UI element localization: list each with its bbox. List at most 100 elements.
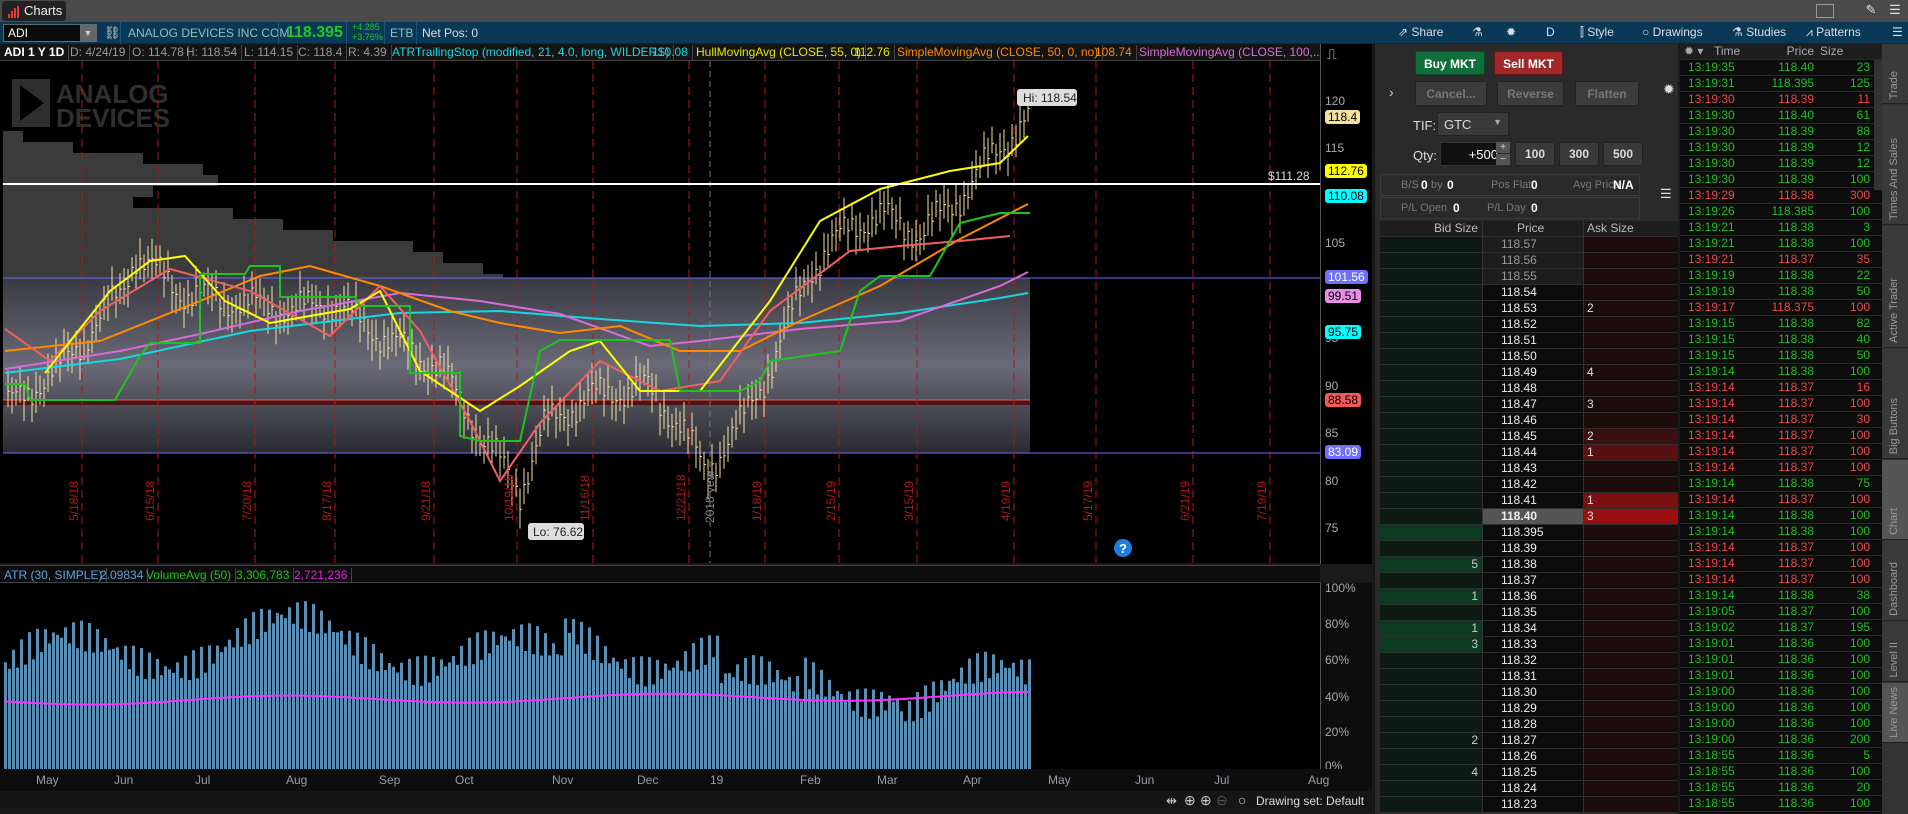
bid-size-cell[interactable] bbox=[1380, 445, 1482, 460]
price-cell[interactable]: 118.29 bbox=[1482, 701, 1584, 716]
bid-size-cell[interactable] bbox=[1380, 573, 1482, 588]
ladder-row[interactable]: 2 118.27 bbox=[1380, 733, 1678, 749]
bid-size-cell[interactable] bbox=[1380, 349, 1482, 364]
ask-size-cell[interactable] bbox=[1584, 669, 1678, 684]
flatten-button[interactable]: Flatten bbox=[1575, 81, 1639, 106]
help-button[interactable]: ? bbox=[1114, 539, 1132, 557]
qty-input[interactable]: +500 bbox=[1440, 142, 1502, 166]
ladder-row[interactable]: 118.43 bbox=[1380, 461, 1678, 477]
ladder-row[interactable]: 5 118.38 bbox=[1380, 557, 1678, 573]
price-chart[interactable]: ANALOG DEVICES $111.28 5/18/18 6/15/18 7/2… bbox=[0, 61, 1320, 641]
price-cell[interactable]: 118.41 bbox=[1482, 493, 1584, 508]
ts-size-header[interactable]: Size bbox=[1820, 44, 1843, 59]
bid-size-cell[interactable] bbox=[1380, 717, 1482, 732]
bid-size-cell[interactable] bbox=[1380, 669, 1482, 684]
list-menu-icon[interactable]: ☰ bbox=[1660, 186, 1672, 202]
ladder-row[interactable]: 118.31 bbox=[1380, 669, 1678, 685]
ladder-row[interactable]: 118.24 bbox=[1380, 781, 1678, 797]
ask-size-cell[interactable] bbox=[1584, 797, 1678, 812]
chart-scrollbar[interactable]: ⇹ ⊕ ⊕ ⊖ ○ Drawing set: Default bbox=[0, 791, 1372, 811]
pin-icon[interactable]: ✎ bbox=[1860, 2, 1882, 20]
cancel-button[interactable]: Cancel... bbox=[1415, 81, 1487, 106]
pan-icon[interactable]: ⇹ bbox=[1166, 793, 1177, 809]
link-icon[interactable]: ⛓ bbox=[104, 25, 121, 41]
bid-size-cell[interactable]: 3 bbox=[1380, 637, 1482, 652]
ts-scrollbar[interactable] bbox=[1874, 60, 1882, 190]
bid-size-cell[interactable] bbox=[1380, 365, 1482, 380]
side-tab[interactable]: Big Buttons bbox=[1882, 349, 1908, 459]
ladder-row[interactable]: 1 118.36 bbox=[1380, 589, 1678, 605]
ladder-row[interactable]: 118.57 bbox=[1380, 237, 1678, 253]
price-cell[interactable]: 118.55 bbox=[1482, 269, 1584, 284]
price-cell[interactable]: 118.38 bbox=[1482, 557, 1584, 572]
qty-preset-300[interactable]: 300 bbox=[1559, 142, 1599, 166]
ladder-row[interactable]: 118.30 bbox=[1380, 685, 1678, 701]
bid-size-cell[interactable] bbox=[1380, 285, 1482, 300]
ladder-row[interactable]: 118.55 bbox=[1380, 269, 1678, 285]
price-cell[interactable]: 118.36 bbox=[1482, 589, 1584, 604]
ask-size-cell[interactable] bbox=[1584, 685, 1678, 700]
ladder-row[interactable]: 118.53 2 bbox=[1380, 301, 1678, 317]
ask-size-cell[interactable] bbox=[1584, 237, 1678, 252]
ladder-row[interactable]: 118.47 3 bbox=[1380, 397, 1678, 413]
tif-select[interactable]: GTC ▼ bbox=[1437, 112, 1509, 136]
bid-size-cell[interactable] bbox=[1380, 525, 1482, 540]
bid-size-cell[interactable] bbox=[1380, 381, 1482, 396]
bid-size-cell[interactable] bbox=[1380, 397, 1482, 412]
ladder-row[interactable]: 118.35 bbox=[1380, 605, 1678, 621]
time-axis[interactable]: May Jun Jul Aug Sep Oct Nov Dec 19 Feb Mar Apr May Ju… bbox=[0, 769, 1372, 791]
sell-mkt-button[interactable]: Sell MKT bbox=[1494, 51, 1563, 75]
ladder-row[interactable]: 118.395 bbox=[1380, 525, 1678, 541]
qty-preset-500[interactable]: 500 bbox=[1603, 142, 1643, 166]
ask-size-cell[interactable] bbox=[1584, 701, 1678, 716]
ladder-row[interactable]: 118.41 1 bbox=[1380, 493, 1678, 509]
ask-size-cell[interactable] bbox=[1584, 637, 1678, 652]
share-button[interactable]: ⇗ Share bbox=[1398, 25, 1443, 39]
ask-size-cell[interactable] bbox=[1584, 477, 1678, 492]
style-button[interactable]: ⫿ Style bbox=[1580, 25, 1614, 40]
price-cell[interactable]: 118.35 bbox=[1482, 605, 1584, 620]
gear-icon[interactable]: ✹ bbox=[1506, 25, 1516, 39]
ask-size-cell[interactable]: 1 bbox=[1584, 493, 1678, 508]
reverse-button[interactable]: Reverse bbox=[1497, 81, 1564, 106]
ask-size-cell[interactable] bbox=[1584, 253, 1678, 268]
ask-size-cell[interactable] bbox=[1584, 541, 1678, 556]
ladder-row[interactable]: 118.46 bbox=[1380, 413, 1678, 429]
ask-size-cell[interactable] bbox=[1584, 717, 1678, 732]
symbol-input[interactable]: ADI ▼ bbox=[3, 24, 97, 42]
price-axis[interactable]: ⎍ 1201151059590858075118.4112.76110.0810… bbox=[1320, 44, 1372, 564]
price-cell[interactable]: 118.52 bbox=[1482, 317, 1584, 332]
drawings-button[interactable]: ○ Drawings bbox=[1642, 25, 1703, 39]
ask-size-cell[interactable]: 3 bbox=[1584, 397, 1678, 412]
price-cell[interactable]: 118.28 bbox=[1482, 717, 1584, 732]
ladder-row[interactable]: 118.54 bbox=[1380, 285, 1678, 301]
ladder-row[interactable]: 118.39 bbox=[1380, 541, 1678, 557]
ask-size-cell[interactable] bbox=[1584, 733, 1678, 748]
bid-size-cell[interactable]: 4 bbox=[1380, 765, 1482, 780]
study-hull[interactable]: HullMovingAvg (CLOSE, 55, 0) bbox=[692, 45, 867, 60]
price-cell[interactable]: 118.50 bbox=[1482, 349, 1584, 364]
bid-size-cell[interactable] bbox=[1380, 509, 1482, 524]
ladder-row[interactable]: 118.23 bbox=[1380, 797, 1678, 813]
price-cell[interactable]: 118.34 bbox=[1482, 621, 1584, 636]
gear-icon[interactable]: ✹ ▾ bbox=[1684, 44, 1703, 59]
ask-size-cell[interactable] bbox=[1584, 621, 1678, 636]
ask-size-cell[interactable]: 2 bbox=[1584, 301, 1678, 316]
price-cell[interactable]: 118.53 bbox=[1482, 301, 1584, 316]
qty-preset-100[interactable]: 100 bbox=[1515, 142, 1555, 166]
bid-size-cell[interactable] bbox=[1380, 317, 1482, 332]
ask-size-cell[interactable] bbox=[1584, 381, 1678, 396]
ladder-row[interactable]: 3 118.33 bbox=[1380, 637, 1678, 653]
price-cell[interactable]: 118.42 bbox=[1482, 477, 1584, 492]
ask-size-cell[interactable] bbox=[1584, 653, 1678, 668]
study-sma100[interactable]: SimpleMovingAvg (CLOSE, 100,... bbox=[1135, 45, 1327, 60]
bid-size-cell[interactable] bbox=[1380, 269, 1482, 284]
bid-size-cell[interactable] bbox=[1380, 749, 1482, 764]
side-tab[interactable]: Trade bbox=[1882, 44, 1908, 104]
ask-size-cell[interactable] bbox=[1584, 413, 1678, 428]
price-cell[interactable]: 118.46 bbox=[1482, 413, 1584, 428]
ladder-row[interactable]: 118.49 4 bbox=[1380, 365, 1678, 381]
price-cell[interactable]: 118.45 bbox=[1482, 429, 1584, 444]
menu-icon[interactable]: ☰ bbox=[1884, 2, 1906, 20]
maximize-button[interactable] bbox=[1816, 4, 1834, 18]
